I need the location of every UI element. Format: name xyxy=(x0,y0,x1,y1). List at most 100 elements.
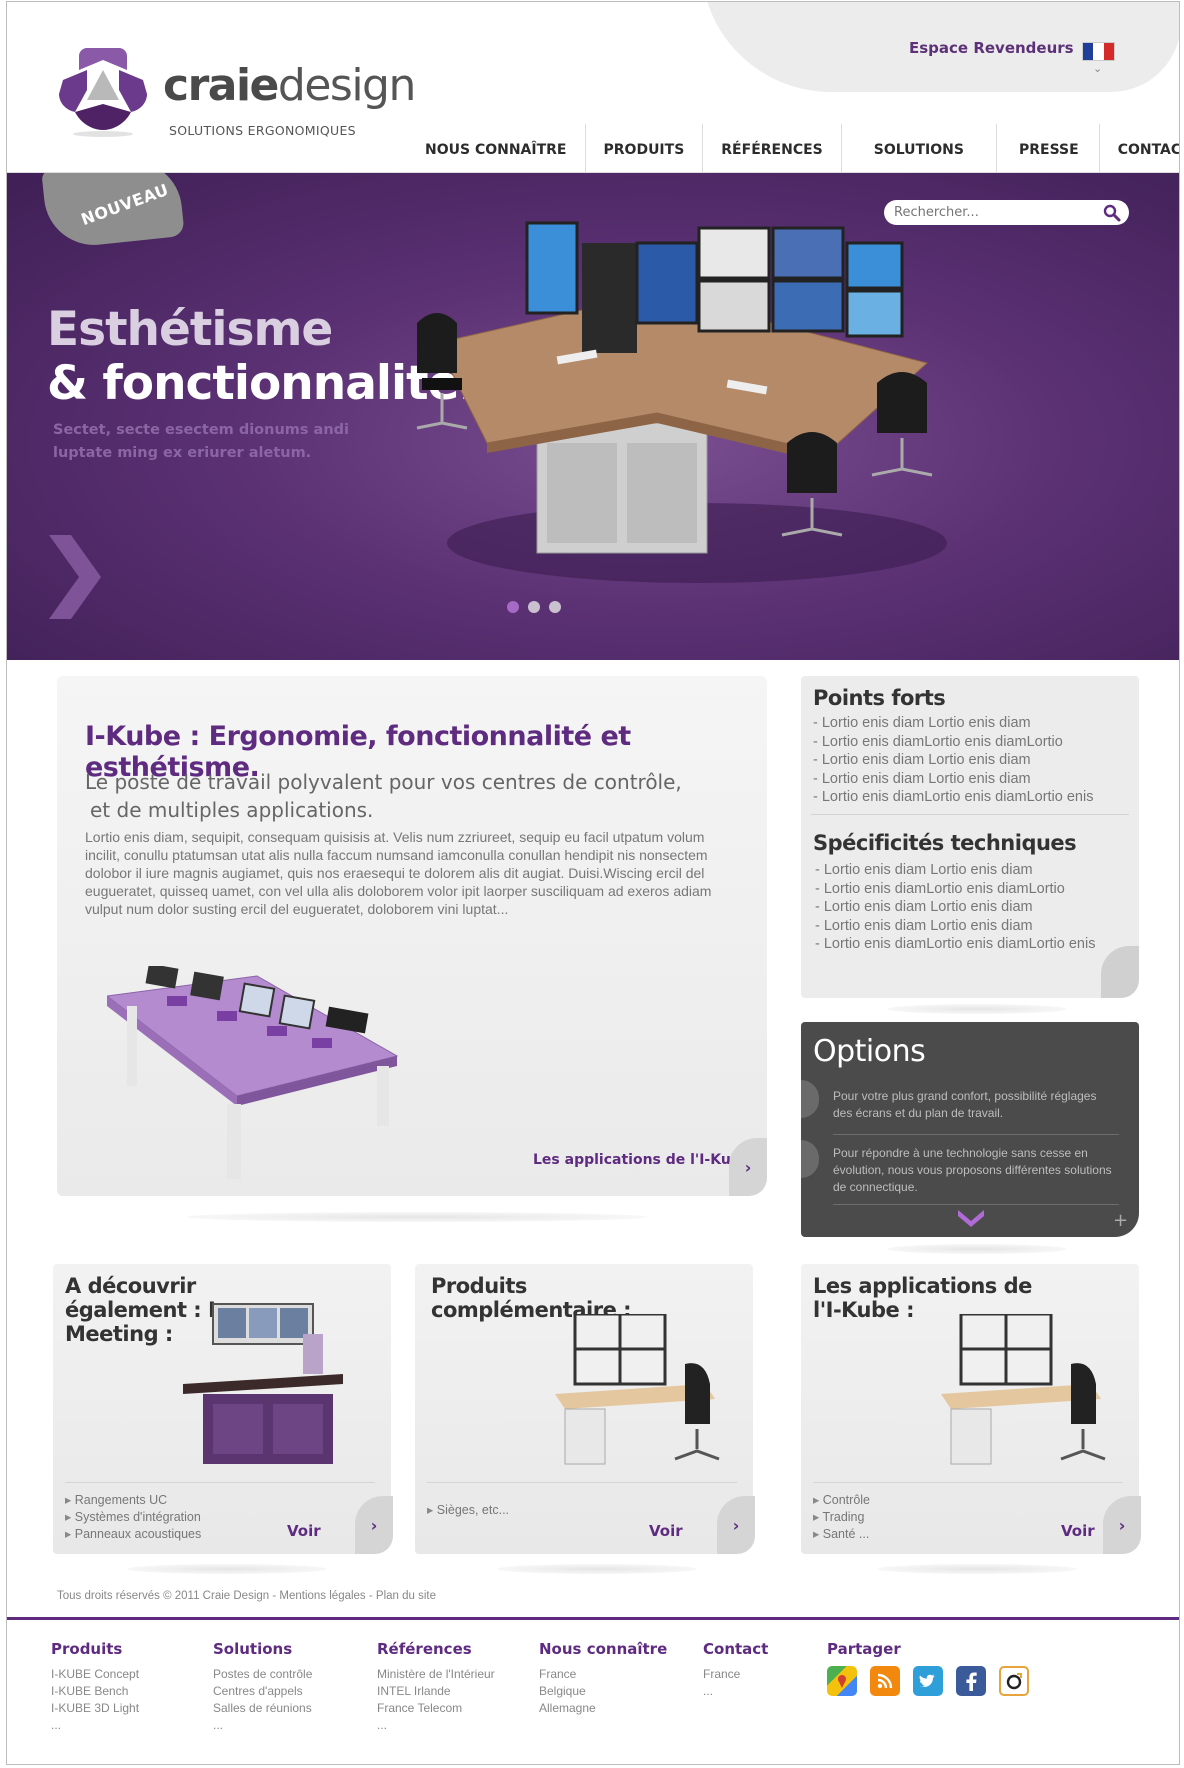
footer-heading: Partager xyxy=(827,1640,901,1658)
facebook-icon[interactable] xyxy=(956,1666,986,1696)
list-item: - Lortio enis diamLortio enis diamLortio xyxy=(815,880,1065,897)
footer-link[interactable]: INTEL Irlande xyxy=(377,1683,495,1700)
voir-link[interactable]: Voir xyxy=(649,1522,683,1540)
voir-arrow-button[interactable]: › xyxy=(717,1496,755,1554)
footer-heading[interactable]: Références xyxy=(377,1640,495,1658)
i-meeting-card: A découvrir également : I-Meeting : Rang… xyxy=(53,1264,393,1554)
rss-icon[interactable] xyxy=(870,1666,900,1696)
i-meeting-desk-image xyxy=(183,1303,343,1464)
social-icons xyxy=(827,1666,1029,1696)
slider-dot-2[interactable] xyxy=(528,601,540,613)
footer-link[interactable]: I-KUBE 3D Light xyxy=(51,1700,139,1717)
chevron-down-icon[interactable]: ⌄ xyxy=(1093,62,1102,75)
card-shadow xyxy=(887,1004,1067,1014)
divider xyxy=(833,1204,1119,1205)
fr-flag-icon[interactable] xyxy=(1082,42,1115,61)
list-item: - Lortio enis diamLortio enis diamLortio xyxy=(813,733,1063,750)
footer-link[interactable]: Allemagne xyxy=(539,1700,667,1717)
card-shadow xyxy=(887,1244,1067,1254)
voir-link[interactable]: Voir xyxy=(287,1522,321,1540)
footer-link[interactable]: ... xyxy=(703,1683,768,1700)
footer-col-references: Références Ministère de l'Intérieur INTE… xyxy=(377,1640,495,1734)
footer-heading[interactable]: Nous connaître xyxy=(539,1640,667,1658)
nav-nous-connaitre[interactable]: NOUS CONNAÎTRE xyxy=(407,124,586,172)
footer-link[interactable]: Postes de contrôle xyxy=(213,1666,312,1683)
options-panel: Options Pour votre plus grand confort, p… xyxy=(801,1022,1139,1237)
footer-heading[interactable]: Produits xyxy=(51,1640,139,1658)
footer-link[interactable]: I-KUBE Bench xyxy=(51,1683,139,1700)
list-item: - Lortio enis diam Lortio enis diam xyxy=(813,770,1031,787)
footer-list: France Belgique Allemagne xyxy=(539,1666,667,1717)
specificites-list: - Lortio enis diam Lortio enis diam - Lo… xyxy=(815,861,1095,954)
footer-link[interactable]: France Telecom xyxy=(377,1700,495,1717)
points-forts-title: Points forts xyxy=(813,686,946,710)
nav-solutions[interactable]: SOLUTIONS xyxy=(842,124,997,172)
footer-list: I-KUBE Concept I-KUBE Bench I-KUBE 3D Li… xyxy=(51,1666,139,1734)
logo[interactable]: craiedesign SOLUTIONS ERGONOMIQUES xyxy=(57,46,417,156)
control-desk-image xyxy=(416,221,947,583)
chevron-down-icon[interactable] xyxy=(956,1208,986,1228)
expand-plus-icon[interactable]: + xyxy=(1113,1210,1128,1231)
nav-produits[interactable]: PRODUITS xyxy=(586,124,704,172)
footer-list: France ... xyxy=(703,1666,768,1700)
netvibes-icon[interactable] xyxy=(999,1666,1029,1696)
divider xyxy=(813,1482,1123,1483)
search-icon[interactable] xyxy=(1103,204,1121,222)
footer-col-produits: Produits I-KUBE Concept I-KUBE Bench I-K… xyxy=(51,1640,139,1734)
espace-revendeurs-link[interactable]: Espace Revendeurs xyxy=(909,39,1074,57)
footer-link[interactable]: ... xyxy=(377,1717,495,1734)
produits-complementaires-card: Produits complémentaire : Sièges, etc...… xyxy=(415,1264,755,1554)
option-tab[interactable] xyxy=(801,1080,819,1118)
i-kube-arrow-button[interactable]: › xyxy=(729,1138,767,1196)
hero-subtitle: Sectet, secte esectem dionums andi lupta… xyxy=(53,422,350,461)
voir-arrow-button[interactable]: › xyxy=(1103,1496,1141,1554)
footer-link[interactable]: Salles de réunions xyxy=(213,1700,312,1717)
card-shadow xyxy=(187,1212,647,1222)
list-item[interactable]: Rangements UC xyxy=(65,1492,201,1509)
nav-contact[interactable]: CONTACT xyxy=(1100,124,1179,172)
footer-list: Ministère de l'Intérieur INTEL Irlande F… xyxy=(377,1666,495,1734)
list-item[interactable]: Panneaux acoustiques xyxy=(65,1526,201,1543)
footer-link[interactable]: I-KUBE Concept xyxy=(51,1666,139,1683)
i-kube-applications-link[interactable]: Les applications de l'I-Kube xyxy=(533,1152,750,1168)
nav-references[interactable]: RÉFÉRENCES xyxy=(703,124,842,172)
google-maps-icon[interactable] xyxy=(827,1666,857,1696)
list-item: - Lortio enis diamLortio enis diamLortio… xyxy=(813,789,1094,805)
page: craiedesign SOLUTIONS ERGONOMIQUES Espac… xyxy=(6,1,1180,1765)
voir-arrow-button[interactable]: › xyxy=(355,1496,393,1554)
divider xyxy=(833,1134,1119,1135)
list-item[interactable]: Santé ... xyxy=(813,1526,870,1543)
list-item[interactable]: Sièges, etc... xyxy=(427,1502,509,1519)
footer-link[interactable]: ... xyxy=(213,1717,312,1734)
option-tab[interactable] xyxy=(801,1140,819,1178)
applications-card: Les applications de l'I-Kube : Contrôle … xyxy=(801,1264,1141,1554)
i-kube-card: I-Kube : Ergonomie, fonctionnalité et es… xyxy=(57,676,767,1196)
divider xyxy=(427,1482,737,1483)
footer-col-nous-connaitre: Nous connaître France Belgique Allemagne xyxy=(539,1640,667,1717)
footer-heading[interactable]: Contact xyxy=(703,1640,768,1658)
twitter-icon[interactable] xyxy=(913,1666,943,1696)
footer-link[interactable]: ... xyxy=(51,1717,139,1734)
voir-link[interactable]: Voir xyxy=(1061,1522,1095,1540)
footer-heading[interactable]: Solutions xyxy=(213,1640,312,1658)
footer-link[interactable]: France xyxy=(703,1666,768,1683)
points-forts-list: - Lortio enis diam Lortio enis diam - Lo… xyxy=(813,714,1093,807)
features-card: Points forts - Lortio enis diam Lortio e… xyxy=(801,676,1139,998)
footer-col-solutions: Solutions Postes de contrôle Centres d'a… xyxy=(213,1640,312,1734)
slider-dot-1[interactable] xyxy=(507,601,519,613)
next-slide-arrow-icon[interactable] xyxy=(45,535,103,619)
logo-wordmark: craiedesign xyxy=(163,60,416,111)
footer-link[interactable]: France xyxy=(539,1666,667,1683)
footer-link[interactable]: Centres d'appels xyxy=(213,1683,312,1700)
footer-link[interactable]: Ministère de l'Intérieur xyxy=(377,1666,495,1683)
workstation-image xyxy=(555,1314,720,1465)
list-item[interactable]: Trading xyxy=(813,1509,870,1526)
applications-list: Contrôle Trading Santé ... xyxy=(813,1492,870,1543)
footer-link[interactable]: Belgique xyxy=(539,1683,667,1700)
slider-dot-3[interactable] xyxy=(549,601,561,613)
list-item[interactable]: Contrôle xyxy=(813,1492,870,1509)
hero-banner: NOUVEAU Esthétisme & fonctionnalité. Sec… xyxy=(7,173,1179,660)
list-item[interactable]: Systèmes d'intégration xyxy=(65,1509,201,1526)
nav-presse[interactable]: PRESSE xyxy=(997,124,1100,172)
footer-col-contact: Contact France ... xyxy=(703,1640,768,1700)
